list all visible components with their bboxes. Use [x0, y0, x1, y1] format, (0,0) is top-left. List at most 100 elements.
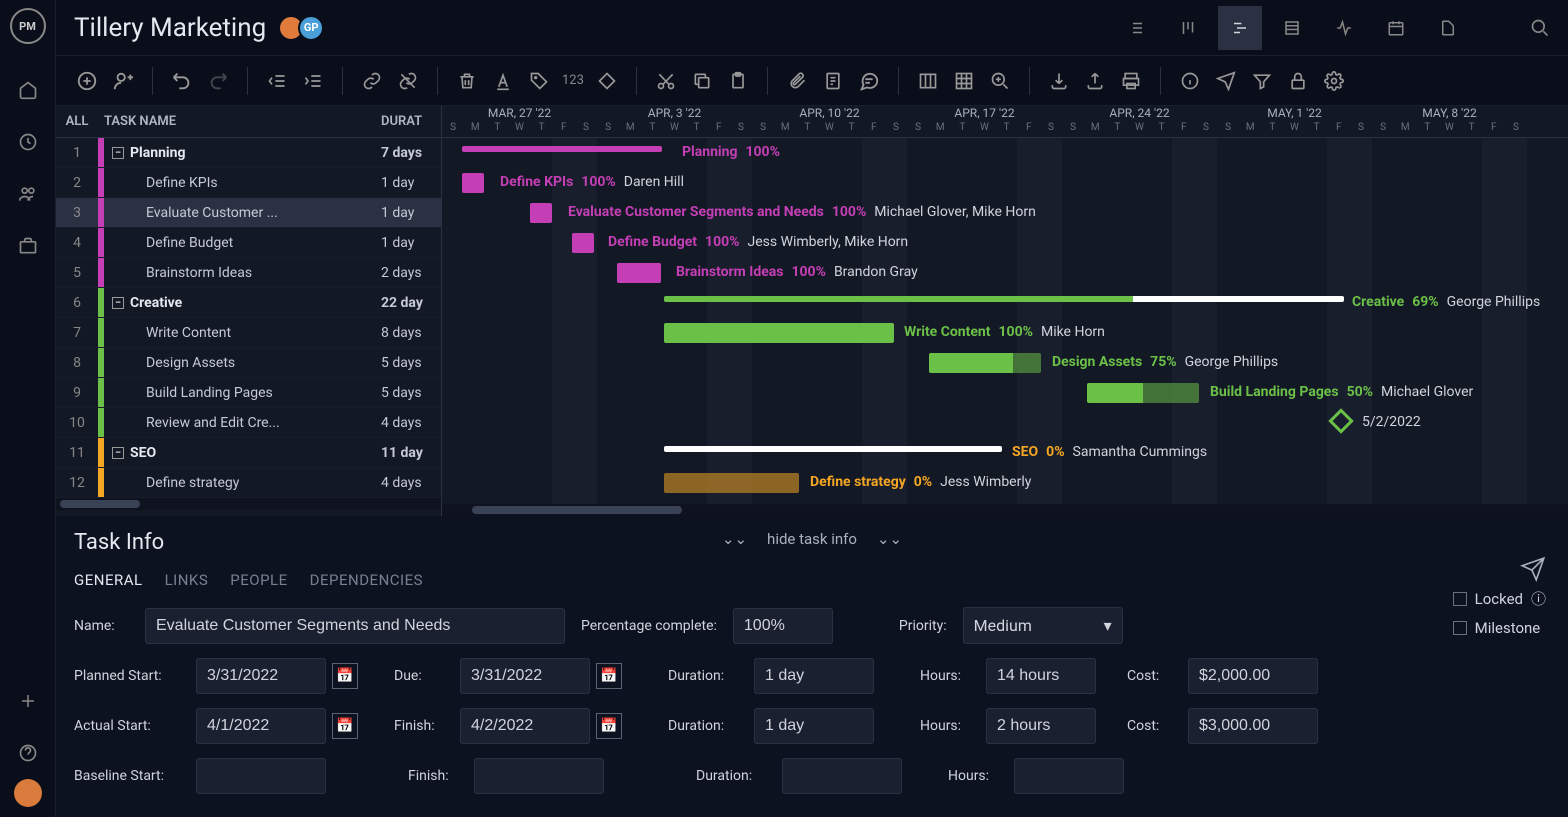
- note-icon[interactable]: [820, 68, 846, 94]
- duration2-input[interactable]: [754, 708, 874, 744]
- tag-icon[interactable]: [526, 68, 552, 94]
- unlink-icon[interactable]: [395, 68, 421, 94]
- gantt-bar[interactable]: [664, 473, 799, 493]
- task-row[interactable]: 3 Evaluate Customer ... 1 day: [56, 198, 441, 228]
- calendar-icon[interactable]: 📅: [596, 663, 622, 689]
- gantt-body[interactable]: Planning 100% Define KPIs 100% Daren Hil…: [442, 138, 1568, 504]
- tab-links[interactable]: LINKS: [165, 571, 209, 589]
- search-icon[interactable]: [1530, 18, 1550, 38]
- gantt-bar[interactable]: [664, 446, 1002, 452]
- task-row[interactable]: 2 Define KPIs 1 day: [56, 168, 441, 198]
- info-icon[interactable]: [1177, 68, 1203, 94]
- view-gantt-icon[interactable]: [1218, 6, 1262, 50]
- tab-general[interactable]: GENERAL: [74, 571, 143, 589]
- team-icon[interactable]: [8, 174, 48, 214]
- priority-select[interactable]: Medium▾: [963, 607, 1123, 644]
- gantt-bar[interactable]: [617, 263, 661, 283]
- task-row[interactable]: 11 −SEO 11 day: [56, 438, 441, 468]
- hours3-input[interactable]: [1014, 758, 1124, 794]
- send-plane-icon[interactable]: [1520, 556, 1546, 582]
- view-list-icon[interactable]: [1114, 6, 1158, 50]
- task-row[interactable]: 8 Design Assets 5 days: [56, 348, 441, 378]
- locked-checkbox[interactable]: Locked ⓘ: [1453, 588, 1546, 609]
- cost2-input[interactable]: [1188, 708, 1318, 744]
- home-icon[interactable]: [8, 70, 48, 110]
- hours-input[interactable]: [986, 658, 1096, 694]
- view-activity-icon[interactable]: [1322, 6, 1366, 50]
- paste-icon[interactable]: [725, 68, 751, 94]
- duration-input[interactable]: [754, 658, 874, 694]
- add-icon[interactable]: [8, 681, 48, 721]
- outdent-icon[interactable]: [264, 68, 290, 94]
- cost-input[interactable]: [1188, 658, 1318, 694]
- calendar-icon[interactable]: 📅: [596, 713, 622, 739]
- task-row[interactable]: 1 −Planning 7 days: [56, 138, 441, 168]
- milestone[interactable]: [1328, 408, 1353, 433]
- gantt-bar[interactable]: [664, 296, 1344, 302]
- font-icon[interactable]: [490, 68, 516, 94]
- import-icon[interactable]: [1046, 68, 1072, 94]
- columns-icon[interactable]: [915, 68, 941, 94]
- due-input[interactable]: [460, 658, 590, 694]
- help-icon[interactable]: [8, 733, 48, 773]
- gantt-scrollbar[interactable]: [442, 504, 1568, 516]
- diamond-icon[interactable]: [594, 68, 620, 94]
- hide-task-info[interactable]: ⌄⌄ hide task info ⌄⌄: [722, 530, 902, 548]
- view-board-icon[interactable]: [1166, 6, 1210, 50]
- attach-icon[interactable]: [784, 68, 810, 94]
- send-icon[interactable]: [1213, 68, 1239, 94]
- redo-icon[interactable]: [205, 68, 231, 94]
- grid-icon[interactable]: [951, 68, 977, 94]
- task-row[interactable]: 6 −Creative 22 day: [56, 288, 441, 318]
- gantt-bar[interactable]: [462, 173, 484, 193]
- hours2-input[interactable]: [986, 708, 1096, 744]
- copy-icon[interactable]: [689, 68, 715, 94]
- finish2-input[interactable]: [474, 758, 604, 794]
- clock-icon[interactable]: [8, 122, 48, 162]
- milestone-checkbox[interactable]: Milestone: [1453, 619, 1546, 637]
- calendar-icon[interactable]: 📅: [332, 663, 358, 689]
- trash-icon[interactable]: [454, 68, 480, 94]
- table-scrollbar[interactable]: [56, 498, 441, 510]
- finish-input[interactable]: [460, 708, 590, 744]
- user-avatar[interactable]: [14, 779, 42, 807]
- zoom-icon[interactable]: [987, 68, 1013, 94]
- task-row[interactable]: 7 Write Content 8 days: [56, 318, 441, 348]
- app-logo[interactable]: PM: [10, 8, 46, 44]
- gantt-bar[interactable]: [929, 353, 1041, 373]
- tab-people[interactable]: PEOPLE: [230, 571, 287, 589]
- view-file-icon[interactable]: [1426, 6, 1470, 50]
- print-icon[interactable]: [1118, 68, 1144, 94]
- gantt-bar[interactable]: [462, 146, 662, 152]
- filter-icon[interactable]: [1249, 68, 1275, 94]
- gantt-bar[interactable]: [530, 203, 552, 223]
- task-row[interactable]: 5 Brainstorm Ideas 2 days: [56, 258, 441, 288]
- duration3-input[interactable]: [782, 758, 902, 794]
- baseline-start-input[interactable]: [196, 758, 326, 794]
- tab-dependencies[interactable]: DEPENDENCIES: [310, 571, 423, 589]
- lock-icon[interactable]: [1285, 68, 1311, 94]
- undo-icon[interactable]: [169, 68, 195, 94]
- briefcase-icon[interactable]: [8, 226, 48, 266]
- task-row[interactable]: 10 Review and Edit Cre... 4 days: [56, 408, 441, 438]
- name-input[interactable]: [145, 608, 565, 644]
- task-row[interactable]: 4 Define Budget 1 day: [56, 228, 441, 258]
- planned-start-input[interactable]: [196, 658, 326, 694]
- link-icon[interactable]: [359, 68, 385, 94]
- task-row[interactable]: 12 Define strategy 4 days: [56, 468, 441, 498]
- view-sheet-icon[interactable]: [1270, 6, 1314, 50]
- comment-icon[interactable]: [856, 68, 882, 94]
- calendar-icon[interactable]: 📅: [332, 713, 358, 739]
- indent-icon[interactable]: [300, 68, 326, 94]
- settings-icon[interactable]: [1321, 68, 1347, 94]
- gantt-bar[interactable]: [1087, 383, 1199, 403]
- pct-input[interactable]: [733, 608, 833, 644]
- actual-start-input[interactable]: [196, 708, 326, 744]
- export-icon[interactable]: [1082, 68, 1108, 94]
- add-user-icon[interactable]: [110, 68, 136, 94]
- view-calendar-icon[interactable]: [1374, 6, 1418, 50]
- gantt-bar[interactable]: [572, 233, 594, 253]
- gantt-bar[interactable]: [664, 323, 894, 343]
- cut-icon[interactable]: [653, 68, 679, 94]
- project-avatars[interactable]: GP: [284, 15, 324, 41]
